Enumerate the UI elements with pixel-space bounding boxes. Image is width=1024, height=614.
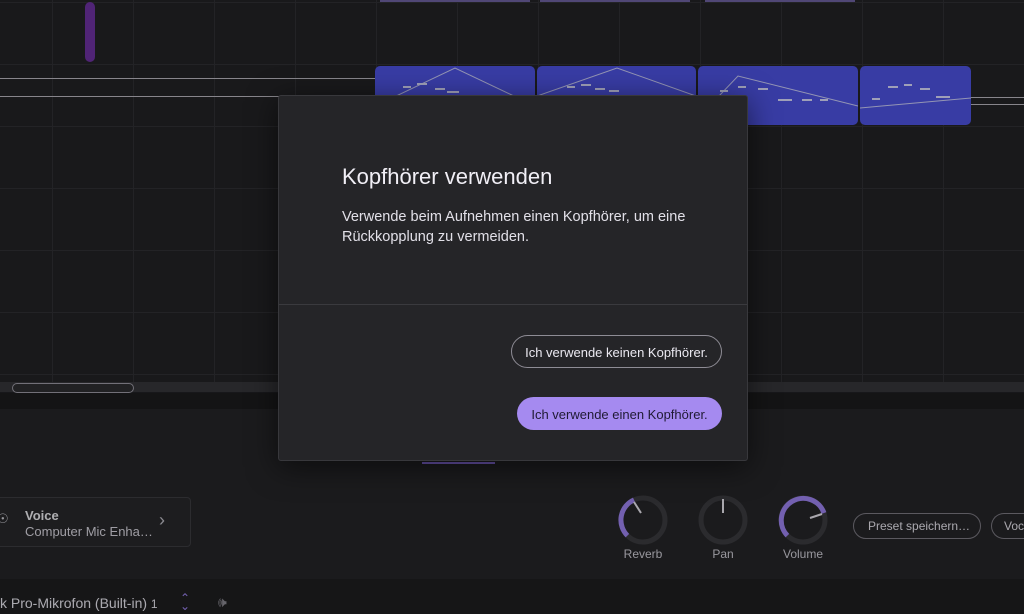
dialog-title: Kopfhörer verwenden	[342, 164, 553, 189]
no-headphones-button[interactable]: Ich verwende keinen Kopfhörer.	[511, 335, 722, 368]
dialog-body: Verwende beim Aufnehmen einen Kopfhörer,…	[342, 209, 686, 245]
use-headphones-button[interactable]: Ich verwende einen Kopfhörer.	[517, 397, 722, 430]
dialog-divider	[279, 304, 747, 305]
headphones-dialog: Kopfhörer verwenden Verwende beim Aufneh…	[278, 95, 748, 461]
